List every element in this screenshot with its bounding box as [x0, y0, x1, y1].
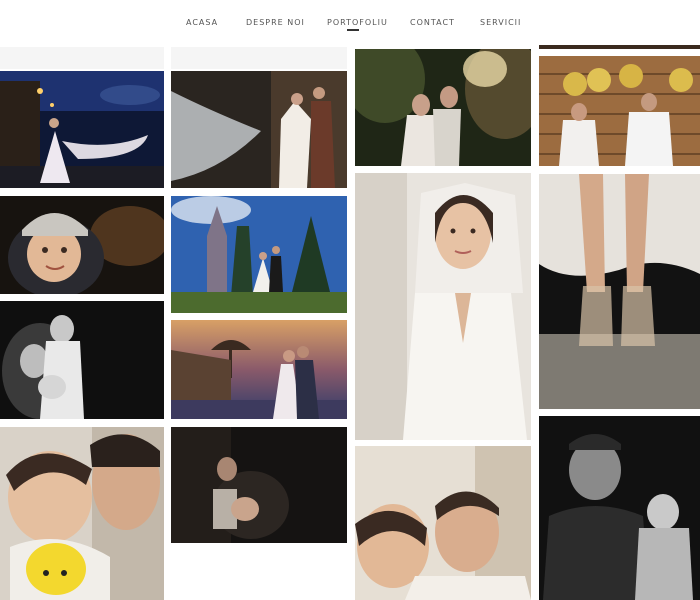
nav-item-servicii[interactable]: SERVICII: [480, 18, 521, 27]
gallery-photo[interactable]: [539, 416, 700, 600]
top-navigation: ACASA DESPRE NOI PORTOFOLIU CONTACT SERV…: [0, 0, 700, 46]
gallery-photo[interactable]: [539, 56, 700, 166]
nav-item-contact[interactable]: CONTACT: [410, 18, 455, 27]
gallery-photo[interactable]: [0, 71, 164, 188]
gallery-photo[interactable]: [0, 427, 164, 600]
gallery-photo[interactable]: [171, 320, 347, 419]
active-nav-indicator: [347, 29, 359, 31]
gallery-photo[interactable]: [171, 427, 347, 543]
nav-item-despre-noi[interactable]: DESPRE NOI: [246, 18, 305, 27]
nav-item-portofoliu[interactable]: PORTOFOLIU: [327, 18, 388, 27]
gallery-photo[interactable]: [355, 446, 531, 600]
gallery-photo[interactable]: [539, 174, 700, 409]
nav-item-acasa[interactable]: ACASA: [186, 18, 218, 27]
gallery-photo[interactable]: [171, 71, 347, 188]
gallery-photo[interactable]: [171, 196, 347, 313]
gallery-photo[interactable]: [0, 301, 164, 419]
loading-placeholder: [0, 47, 164, 69]
gallery-photo[interactable]: [355, 49, 531, 166]
loading-placeholder: [171, 47, 347, 69]
gallery-photo[interactable]: [355, 173, 531, 440]
gallery-photo[interactable]: [0, 196, 164, 294]
photo-edge-top: [539, 45, 700, 49]
